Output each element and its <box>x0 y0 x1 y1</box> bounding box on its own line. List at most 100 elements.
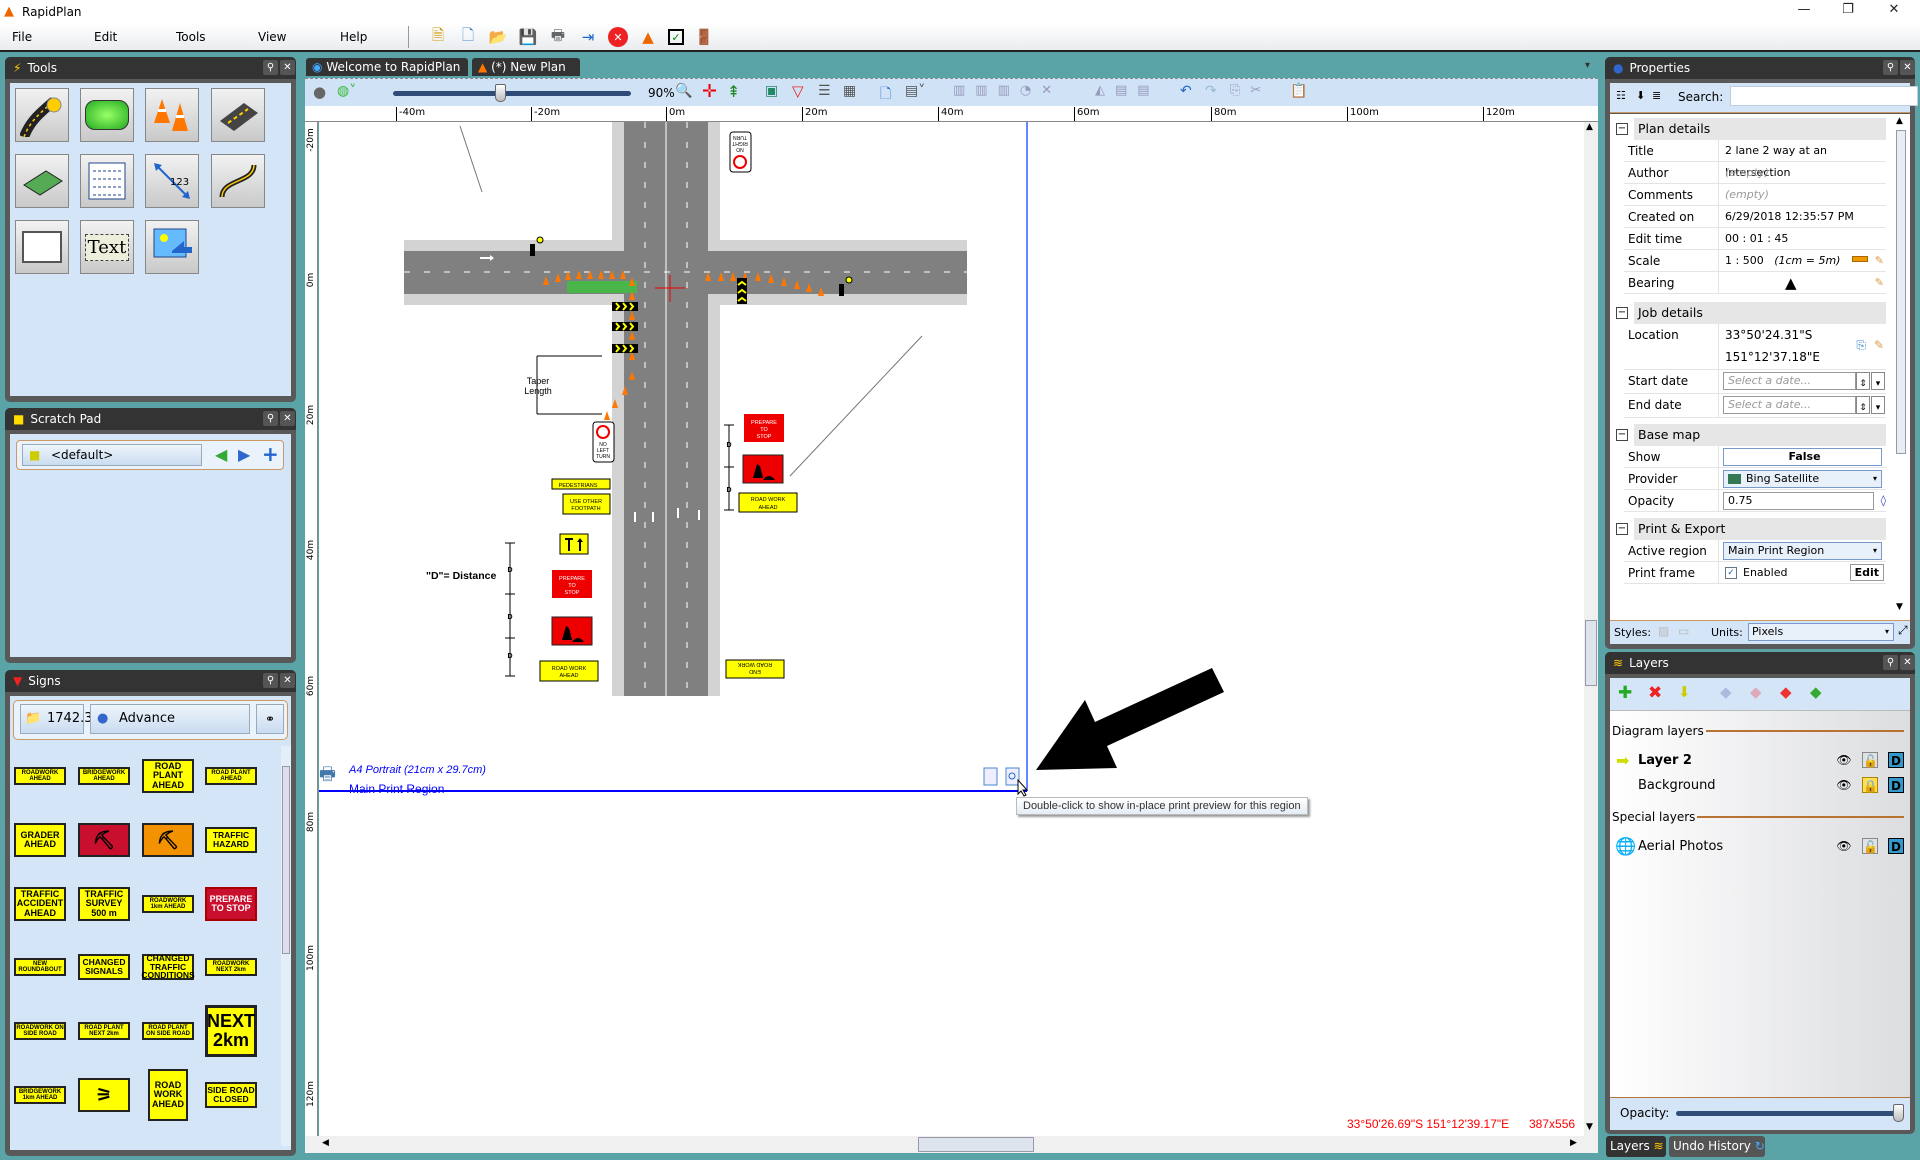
close-icon[interactable]: ✕ <box>1900 655 1915 670</box>
units-select[interactable]: Pixels ▾ <box>1748 623 1894 641</box>
sign-item[interactable]: GRADER AHEAD <box>14 823 66 857</box>
pin-icon[interactable]: ⚲ <box>1883 655 1898 670</box>
sign-item[interactable]: ROAD PLANT AHEAD <box>205 767 257 785</box>
add-layer-icon[interactable]: ✚ <box>1618 683 1632 703</box>
sign-item[interactable]: ⛏ <box>142 823 194 857</box>
prop-end-date[interactable]: End date Select a date... ⇕ ▾ <box>1624 394 1886 418</box>
scroll-up-icon[interactable]: ▲ <box>1896 116 1903 126</box>
print-region-name[interactable]: Main Print Region <box>349 782 444 796</box>
prop-location[interactable]: Location 33°50'24.31"S 151°12'37.18"E ⎘ ✎ <box>1624 324 1886 370</box>
back-arrow-icon[interactable]: ◀ <box>215 445 227 464</box>
sign-item[interactable]: BRIDGEWORK AHEAD <box>78 767 130 785</box>
text-tool[interactable]: Text <box>80 220 134 274</box>
tab-new-plan[interactable]: ▲ (*) New Plan ✕ <box>472 58 580 92</box>
close-icon[interactable]: ✕ <box>280 411 295 426</box>
date-spinner[interactable]: ⇕ <box>1856 372 1870 390</box>
worker-sign-right[interactable] <box>742 454 784 484</box>
active-region-select[interactable]: Main Print Region ▾ <box>1723 542 1882 560</box>
tab-welcome[interactable]: ◉ Welcome to RapidPlan ✕ <box>306 58 468 92</box>
properties-search-input[interactable] <box>1730 86 1918 106</box>
prop-start-date[interactable]: Start date Select a date... ⇕ ▾ <box>1624 370 1886 394</box>
drawing-canvas[interactable]: Taper Length NO LEFT TURN NO RIGHT TURN … <box>319 122 1584 1136</box>
menu-view[interactable]: View <box>258 30 326 44</box>
new-plan-wizard-icon[interactable]: 🗎 <box>428 26 448 47</box>
checklist-icon[interactable]: ✓ <box>668 29 684 45</box>
style-copy-icon[interactable]: ▭ <box>1678 624 1689 638</box>
prop-comments[interactable]: Comments (empty) <box>1624 184 1886 206</box>
sign-item[interactable]: PREPARE TO STOP <box>205 887 257 921</box>
paste-icon[interactable]: 📋 <box>1290 83 1307 99</box>
pencil-icon[interactable]: ✎ <box>1874 334 1884 356</box>
path-tool[interactable] <box>211 154 265 208</box>
table-icon[interactable]: ▦ <box>843 83 856 99</box>
prop-author[interactable]: Author (empty) <box>1624 162 1886 184</box>
open-folder-icon[interactable]: 📂 <box>488 27 508 47</box>
exit-door-icon[interactable]: 🚪 <box>694 27 714 47</box>
property-scrollbar[interactable]: ▲ ▼ <box>1894 116 1908 616</box>
provider-select[interactable]: Bing Satellite ▾ <box>1723 470 1882 488</box>
locked-icon[interactable]: 🔒 <box>1862 777 1878 793</box>
barrier-tool[interactable] <box>80 88 134 142</box>
tab-undo-history[interactable]: Undo History ↻ <box>1669 1136 1765 1157</box>
menu-file[interactable]: File <box>12 30 80 44</box>
layer-d-icon[interactable]: D <box>1888 752 1904 768</box>
visibility-eye-icon[interactable]: 👁 <box>1836 777 1852 793</box>
scroll-down-icon[interactable]: ▼ <box>1896 602 1903 612</box>
layer-bottom-icon[interactable]: ◆ <box>1810 683 1822 701</box>
date-spinner[interactable]: ⇕ <box>1856 396 1870 414</box>
sign-item[interactable]: NEXT 2km <box>205 1005 257 1057</box>
road-tool[interactable] <box>15 88 69 142</box>
print-frame-edit-button[interactable]: Edit <box>1849 564 1884 581</box>
close-icon[interactable]: ✕ <box>280 673 295 688</box>
pencil-icon[interactable]: ✎ <box>1875 250 1884 272</box>
minimize-button[interactable]: — <box>1784 2 1824 22</box>
print-frame-checkbox[interactable]: ✓ <box>1725 567 1737 579</box>
section-base-map[interactable]: − Base map <box>1612 424 1886 446</box>
menu-edit[interactable]: Edit <box>94 30 162 44</box>
start-date-input[interactable]: Select a date... <box>1723 372 1856 390</box>
tab-layers[interactable]: Layers ≋ <box>1606 1136 1666 1157</box>
forward-arrow-icon[interactable]: ▶ <box>238 445 250 464</box>
sort-icon[interactable]: ⬇ <box>1636 89 1645 102</box>
tab-dropdown-icon[interactable]: ▾ <box>1585 60 1590 71</box>
area-pattern-tool[interactable] <box>15 154 69 208</box>
globe-icon[interactable]: ● <box>313 83 326 101</box>
sign-triangle-icon[interactable]: ▽ <box>792 82 804 100</box>
rapidplan-cone-icon[interactable]: ▲ <box>638 27 658 47</box>
measure-tool[interactable]: 123 <box>145 154 199 208</box>
save-icon[interactable]: 💾 <box>518 27 538 47</box>
layer-d-icon[interactable]: D <box>1888 777 1904 793</box>
opacity-input[interactable]: 0.75 <box>1723 492 1874 510</box>
pin-icon[interactable]: ⚲ <box>1883 60 1898 75</box>
section-print-export[interactable]: − Print & Export <box>1612 518 1886 540</box>
crosshair-icon[interactable]: ✛ <box>702 81 717 102</box>
close-window-button[interactable]: ✕ <box>1874 2 1914 22</box>
pin-icon[interactable]: ⚲ <box>263 60 278 75</box>
redo-icon[interactable]: ↷ <box>1205 83 1217 99</box>
layer-d-icon[interactable]: D <box>1888 838 1904 854</box>
rectangle-tool[interactable] <box>15 220 69 274</box>
pin-icon[interactable]: ⚲ <box>263 411 278 426</box>
road-segment-tool[interactable] <box>211 88 265 142</box>
zoom-magnifier-icon[interactable]: 🔍 <box>675 83 692 99</box>
undo-icon[interactable]: ↶ <box>1180 83 1192 99</box>
categorized-icon[interactable]: ☷ <box>1616 89 1626 102</box>
ruler-icon[interactable] <box>1852 256 1868 262</box>
pencil-icon[interactable]: ✎ <box>1875 272 1884 294</box>
north-arrow-icon[interactable]: ⇞ <box>727 82 740 101</box>
page-icon[interactable]: 🗋 <box>880 83 891 107</box>
layer-view-icon[interactable]: ◍˅ <box>337 83 356 99</box>
close-icon[interactable]: ✕ <box>280 60 295 75</box>
road-intersection[interactable] <box>404 122 967 696</box>
copy-icon[interactable]: ⎘ <box>1856 334 1866 356</box>
horizontal-scrollbar[interactable]: ◀ ▶ <box>305 1136 1598 1153</box>
layer-item-aerial-photos[interactable]: 🌐 Aerial Photos 👁 🔓 D <box>1612 836 1912 858</box>
pin-icon[interactable]: ⚲ <box>263 673 278 688</box>
image-tool[interactable] <box>145 220 199 274</box>
prop-opacity[interactable]: Opacity 0.75 ◊ <box>1624 490 1886 512</box>
section-plan-details[interactable]: − Plan details <box>1612 118 1886 140</box>
map-image-icon[interactable]: ▣ <box>765 83 778 99</box>
delete-layer-icon[interactable]: ✖ <box>1648 683 1662 703</box>
copy-cut-icons[interactable]: ⎘✂ <box>1230 83 1271 98</box>
expand-icon[interactable]: ⤢ <box>1898 623 1908 638</box>
